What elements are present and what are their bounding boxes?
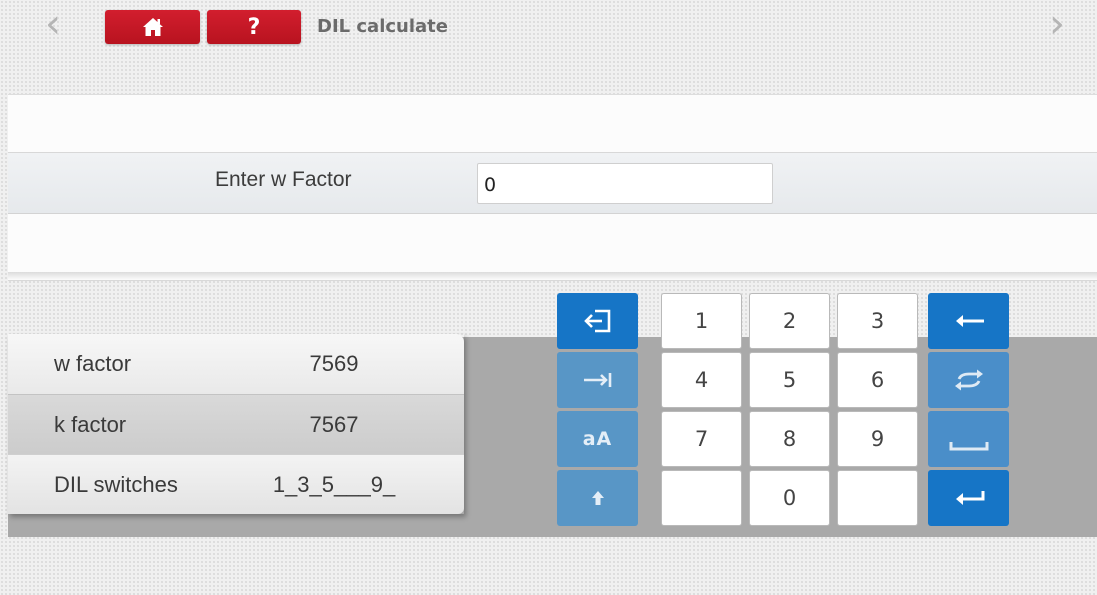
tab-key[interactable] — [557, 352, 638, 408]
key-1[interactable]: 1 — [661, 293, 742, 349]
forward-arrow-icon[interactable]: › — [1042, 4, 1072, 44]
shift-key[interactable] — [557, 470, 638, 526]
w-factor-input[interactable]: 0 — [477, 163, 773, 204]
result-value: 1_3_5___9_ — [272, 471, 396, 497]
top-bar: ‹ ? DIL calculate › — [0, 0, 1097, 50]
back-arrow-icon[interactable]: ‹ — [38, 4, 68, 44]
result-value: 7567 — [309, 411, 359, 437]
exit-key[interactable] — [557, 293, 638, 349]
blank-key-left[interactable] — [661, 470, 742, 526]
swap-key[interactable] — [928, 352, 1009, 408]
help-button[interactable]: ? — [207, 10, 301, 44]
result-label: DIL switches — [54, 471, 178, 497]
w-factor-input-label: Enter w Factor — [215, 168, 352, 191]
swap-icon — [951, 368, 987, 392]
backspace-key[interactable] — [928, 293, 1009, 349]
result-row-w-factor: w factor 7569 — [8, 334, 464, 394]
divider — [8, 272, 1097, 280]
results-table: w factor 7569 k factor 7567 DIL switches… — [8, 334, 464, 514]
home-icon — [142, 17, 164, 37]
key-7[interactable]: 7 — [661, 411, 742, 467]
key-6[interactable]: 6 — [837, 352, 918, 408]
key-9[interactable]: 9 — [837, 411, 918, 467]
case-toggle-key[interactable]: aA — [557, 411, 638, 467]
result-row-dil-switches: DIL switches 1_3_5___9_ — [8, 454, 464, 514]
blank-key-right[interactable] — [837, 470, 918, 526]
result-row-k-factor: k factor 7567 — [8, 394, 464, 454]
key-3[interactable]: 3 — [837, 293, 918, 349]
key-4[interactable]: 4 — [661, 352, 742, 408]
key-2[interactable]: 2 — [749, 293, 830, 349]
enter-key[interactable] — [928, 470, 1009, 526]
key-8[interactable]: 8 — [749, 411, 830, 467]
home-button[interactable] — [105, 10, 200, 44]
tab-icon — [582, 370, 614, 390]
key-5[interactable]: 5 — [749, 352, 830, 408]
result-label: w factor — [54, 351, 132, 376]
key-0[interactable]: 0 — [749, 470, 830, 526]
shift-arrow-icon — [591, 490, 605, 506]
space-key[interactable] — [928, 411, 1009, 467]
case-toggle-label: aA — [582, 428, 613, 450]
space-icon — [949, 440, 989, 452]
enter-icon — [952, 489, 986, 507]
result-value: 7569 — [309, 351, 359, 376]
result-label: k factor — [54, 411, 127, 437]
page-title: DIL calculate — [317, 16, 448, 37]
backspace-icon — [952, 313, 986, 329]
exit-icon — [583, 308, 613, 334]
